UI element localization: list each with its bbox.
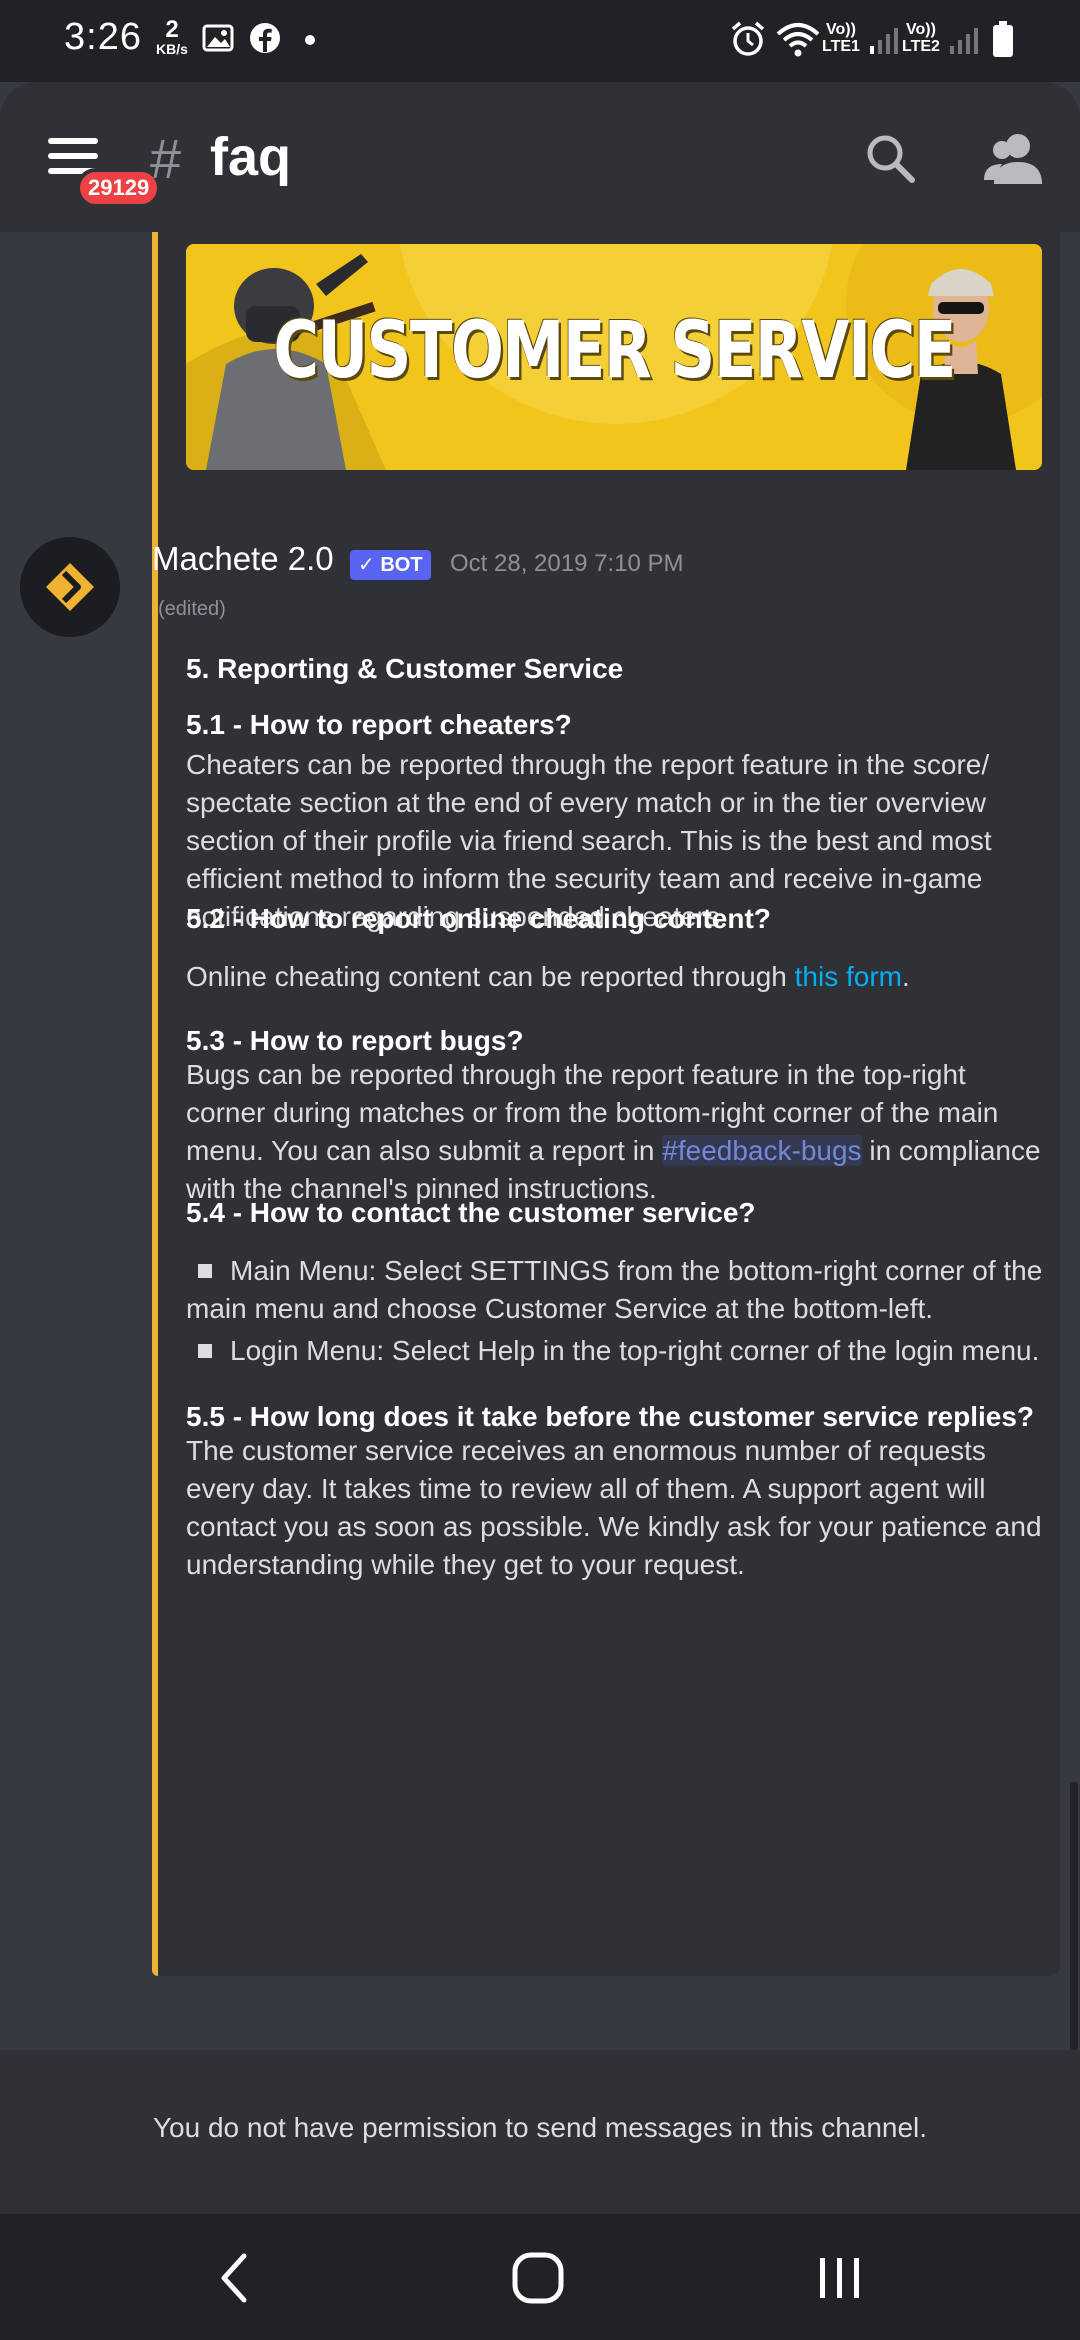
channel-name: faq <box>210 127 291 187</box>
permission-text: You do not have permission to send messa… <box>152 2112 928 2143</box>
section-heading: 5.3 - How to report bugs? <box>186 1025 524 1056</box>
system-nav-bar <box>0 2214 1080 2340</box>
embed-title: 5. Reporting & Customer Service <box>186 653 624 684</box>
message-author[interactable]: Machete 2.0 <box>152 540 334 578</box>
scrollbar[interactable] <box>1070 1782 1078 2050</box>
section-body: The customer service receives an enormou… <box>186 1435 1042 1580</box>
notification-dot-icon <box>305 35 315 45</box>
list-item: Main Menu: Select SETTINGS from the bott… <box>186 1255 1043 1324</box>
channel-header: 29129 # faq <box>0 82 1080 232</box>
bot-avatar[interactable] <box>20 537 120 637</box>
section-heading: 5.1 - How to report cheaters? <box>186 709 572 740</box>
list-item: Login Menu: Select Help in the top-right… <box>186 1332 1046 1370</box>
edited-label: (edited) <box>158 598 226 620</box>
sim2-label: Vo)) LTE2 <box>902 21 940 55</box>
facebook-icon <box>250 23 280 53</box>
section-body: Online cheating content can be reported … <box>186 961 910 992</box>
section-body: Bugs can be reported through the report … <box>186 1059 1041 1204</box>
banner-title: CUSTOMER SERVICE <box>273 306 956 396</box>
message-timestamp: Oct 28, 2019 7:10 PM <box>450 550 684 577</box>
signal-icon <box>870 28 898 54</box>
bullet-icon <box>198 1263 212 1278</box>
back-icon[interactable] <box>214 2250 254 2306</box>
feedback-bugs-channel-mention[interactable]: #feedback-bugs <box>662 1135 862 1166</box>
signal-icon <box>950 28 978 54</box>
bullet-icon <box>198 1343 212 1358</box>
alarm-icon <box>731 21 765 56</box>
status-time: 3:26 <box>64 16 142 58</box>
channel-hash-icon: # <box>150 127 182 190</box>
home-icon[interactable] <box>510 2250 566 2306</box>
net-speed: 2 KB/s <box>156 16 188 57</box>
bot-tag: ✓ BOT <box>350 550 431 580</box>
recents-icon[interactable] <box>816 2250 864 2306</box>
search-icon[interactable] <box>862 130 918 186</box>
gallery-icon <box>202 24 234 52</box>
section-heading: 5.2 - How to report online cheating cont… <box>186 903 771 934</box>
report-form-link[interactable]: this form <box>795 961 902 992</box>
wifi-icon <box>776 23 820 57</box>
sim1-label: Vo)) LTE1 <box>822 21 860 55</box>
section-heading: 5.4 - How to contact the customer servic… <box>186 1197 756 1228</box>
customer-service-banner[interactable]: CUSTOMER SERVICE <box>186 244 1042 470</box>
battery-icon <box>993 21 1013 57</box>
members-icon[interactable] <box>982 130 1044 186</box>
status-bar: 3:26 2 KB/s Vo)) LTE1 Vo)) LTE2 <box>0 0 1080 82</box>
permission-footer: You do not have permission to send messa… <box>0 2050 1080 2214</box>
message-list[interactable]: CUSTOMER SERVICE Machete 2.0 ✓ BOT Oct 2… <box>0 232 1080 2050</box>
faq-embed: 5. Reporting & Customer Service 5.1 - Ho… <box>152 636 1060 1976</box>
unread-badge: 29129 <box>76 168 162 208</box>
section-heading: 5.5 - How long does it take before the c… <box>186 1401 1035 1432</box>
